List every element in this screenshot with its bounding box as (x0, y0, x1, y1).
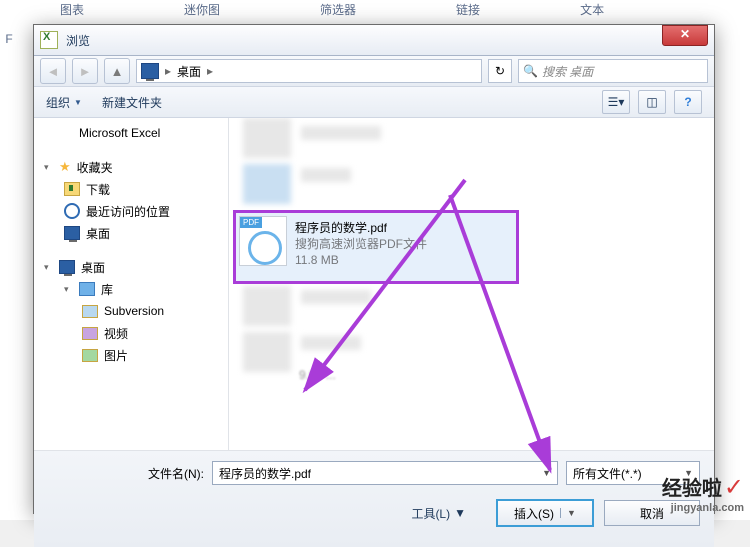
tree-excel[interactable]: Microsoft Excel (34, 122, 228, 144)
chevron-down-icon: ▼ (454, 506, 466, 520)
tools-menu[interactable]: 工具(L)▼ (411, 505, 466, 522)
blurred-item (243, 286, 291, 326)
blurred-item (301, 126, 381, 140)
organize-menu[interactable]: 组织▼ (46, 94, 82, 111)
chevron-down-icon[interactable]: ▼ (560, 508, 576, 518)
titlebar: 浏览 ✕ (34, 25, 714, 56)
file-type: 搜狗高速浏览器PDF文件 (295, 236, 427, 252)
tree-desktop[interactable]: 桌面 (34, 222, 228, 244)
excel-ribbon-tabs: 图表 迷你图 筛选器 链接 文本 (0, 0, 750, 21)
clock-icon (64, 203, 80, 219)
tree-downloads[interactable]: 下载 (34, 178, 228, 200)
filename-label: 文件名(N): (48, 465, 204, 482)
up-button[interactable]: ▲ (104, 58, 130, 84)
blurred-item (243, 164, 291, 204)
breadcrumb[interactable]: ▸ 桌面 ▸ (136, 59, 482, 83)
insert-button[interactable]: 插入(S)▼ (496, 499, 594, 527)
row-header: F (0, 32, 18, 46)
new-folder-button[interactable]: 新建文件夹 (102, 94, 162, 111)
tree-desktop-root[interactable]: ▾桌面 (34, 256, 228, 278)
search-placeholder: 搜索 桌面 (542, 63, 593, 80)
blurred-item (301, 336, 361, 350)
ribbon-tab[interactable]: 图表 (60, 0, 84, 20)
file-browse-dialog: 浏览 ✕ ◄ ► ▲ ▸ 桌面 ▸ ↻ 🔍 搜索 桌面 组织▼ 新建文件夹 ☰▾… (33, 24, 715, 514)
download-icon (64, 182, 80, 196)
forward-button[interactable]: ► (72, 58, 98, 84)
excel-icon (59, 126, 73, 140)
pdf-icon (239, 216, 287, 266)
star-icon: ★ (59, 159, 71, 175)
tree-libraries[interactable]: ▾库 (34, 278, 228, 300)
ribbon-tab[interactable]: 链接 (456, 0, 480, 20)
tree-subversion[interactable]: Subversion (34, 300, 228, 322)
ribbon-tab[interactable]: 筛选器 (320, 0, 356, 20)
chevron-right-icon: ▸ (165, 64, 171, 78)
file-name: 程序员的数学.pdf (295, 220, 427, 236)
filename-input[interactable]: 程序员的数学.pdf▼ (212, 461, 558, 485)
dialog-title: 浏览 (66, 32, 90, 49)
watermark: 经验啦✓ jingyanla.com (662, 472, 744, 514)
picture-icon (82, 349, 98, 362)
back-button[interactable]: ◄ (40, 58, 66, 84)
blurred-item (243, 118, 291, 158)
excel-icon (40, 31, 58, 49)
nav-tree: Microsoft Excel ▾★收藏夹 下载 最近访问的位置 桌面 ▾桌面 … (34, 118, 229, 450)
blurred-item (301, 290, 371, 304)
ribbon-tab[interactable]: 文本 (580, 0, 604, 20)
blurred-item (243, 332, 291, 372)
desktop-icon (64, 226, 80, 240)
desktop-icon (59, 260, 75, 274)
file-item-selected[interactable]: 程序员的数学.pdf 搜狗高速浏览器PDF文件 11.8 MB (239, 216, 507, 272)
close-button[interactable]: ✕ (662, 25, 708, 46)
blurred-item (301, 168, 351, 182)
preview-pane-button[interactable]: ◫ (638, 90, 666, 114)
blurred-size: 9.04 ... (299, 368, 336, 382)
view-mode-button[interactable]: ☰▾ (602, 90, 630, 114)
tree-recent[interactable]: 最近访问的位置 (34, 200, 228, 222)
chevron-down-icon[interactable]: ▼ (542, 468, 551, 478)
tree-favorites[interactable]: ▾★收藏夹 (34, 156, 228, 178)
dialog-bottom: 文件名(N): 程序员的数学.pdf▼ 所有文件(*.*)▼ 工具(L)▼ 插入… (34, 450, 714, 547)
tree-pictures[interactable]: 图片 (34, 344, 228, 366)
refresh-icon: ↻ (495, 64, 505, 78)
desktop-icon (141, 63, 159, 79)
file-list[interactable]: 9.04 ... 程序员的数学.pdf 搜狗高速浏览器PDF文件 11.8 MB (229, 118, 714, 450)
toolbar: 组织▼ 新建文件夹 ☰▾ ◫ ? (34, 87, 714, 118)
search-input[interactable]: 🔍 搜索 桌面 (518, 59, 708, 83)
ribbon-tab[interactable]: 迷你图 (184, 0, 220, 20)
help-button[interactable]: ? (674, 90, 702, 114)
file-size: 11.8 MB (295, 252, 427, 268)
crumb-location[interactable]: 桌面 (177, 63, 201, 80)
folder-icon (82, 305, 98, 318)
search-icon: 🔍 (523, 64, 538, 78)
chevron-right-icon: ▸ (207, 64, 213, 78)
tree-videos[interactable]: 视频 (34, 322, 228, 344)
library-icon (79, 282, 95, 296)
location-bar: ◄ ► ▲ ▸ 桌面 ▸ ↻ 🔍 搜索 桌面 (34, 56, 714, 87)
refresh-button[interactable]: ↻ (488, 59, 512, 83)
video-icon (82, 327, 98, 340)
chevron-down-icon: ▼ (74, 98, 82, 107)
